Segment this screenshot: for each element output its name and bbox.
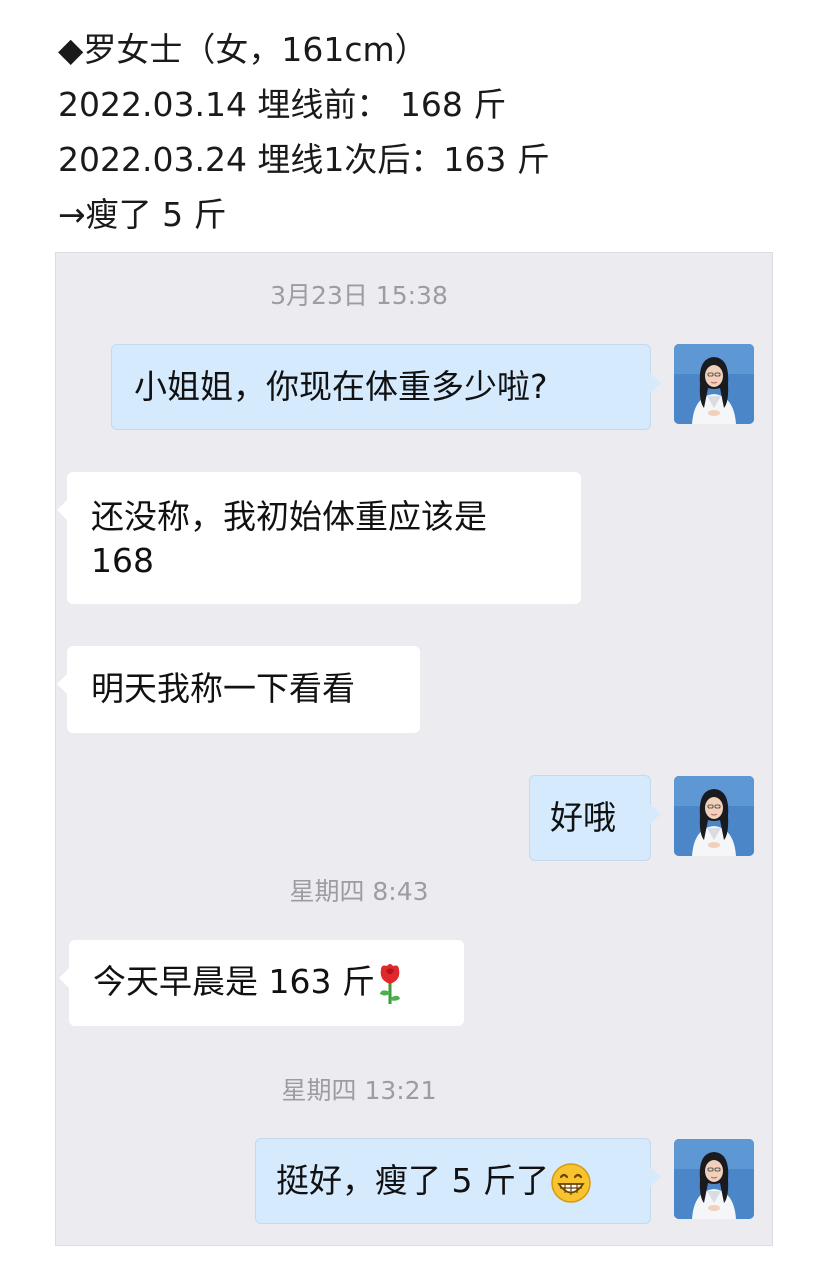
- chat-timestamp: 3月23日 15:38: [270, 281, 448, 310]
- patient-info: ◆罗女士（女，161cm）: [58, 30, 428, 69]
- message-bubble-incoming[interactable]: 明天我称一下看看: [57, 646, 420, 733]
- chat-timestamp: 星期四 13:21: [281, 1076, 437, 1105]
- weight-before: 2022.03.14 埋线前： 168 斤: [58, 85, 507, 124]
- doctor-avatar-icon[interactable]: [674, 1139, 754, 1219]
- weight-after: 2022.03.24 埋线1次后：163 斤: [58, 140, 550, 179]
- message-text: 明天我称一下看看: [91, 669, 355, 708]
- screenshot-page: ◆罗女士（女，161cm） 2022.03.14 埋线前： 168 斤 2022…: [0, 0, 828, 1277]
- message-text: 小姐姐，你现在体重多少啦?: [134, 367, 548, 406]
- message-bubble-incoming[interactable]: 还没称，我初始体重应该是 168: [57, 472, 581, 604]
- message-bubble-outgoing[interactable]: 小姐姐，你现在体重多少啦?: [111, 344, 661, 430]
- message-bubble-outgoing[interactable]: 好哦: [529, 775, 661, 861]
- message-bubble-outgoing[interactable]: 挺好，瘦了 5 斤了: [255, 1138, 661, 1224]
- message-text: 挺好，瘦了 5 斤了: [276, 1161, 549, 1200]
- message-text: 今天早晨是 163 斤: [93, 962, 375, 1001]
- weight-loss-result: →瘦了 5 斤: [58, 195, 227, 234]
- message-text: 好哦: [550, 798, 616, 837]
- case-summary: ◆罗女士（女，161cm） 2022.03.14 埋线前： 168 斤 2022…: [58, 22, 550, 242]
- doctor-avatar-icon[interactable]: [674, 344, 754, 424]
- chat-window[interactable]: 3月23日 15:38 小姐姐，你现在体重多少啦? 还没称，我初始体重应该是 1…: [55, 252, 773, 1246]
- message-text: 还没称，我初始体重应该是: [91, 497, 487, 536]
- rose-emoji-icon: [375, 962, 405, 1006]
- grinning-face-emoji-icon: [549, 1161, 593, 1205]
- chat-timestamp: 星期四 8:43: [289, 877, 429, 906]
- message-bubble-incoming[interactable]: 今天早晨是 163 斤: [59, 940, 464, 1026]
- message-text: 168: [91, 541, 154, 580]
- doctor-avatar-icon[interactable]: [674, 776, 754, 856]
